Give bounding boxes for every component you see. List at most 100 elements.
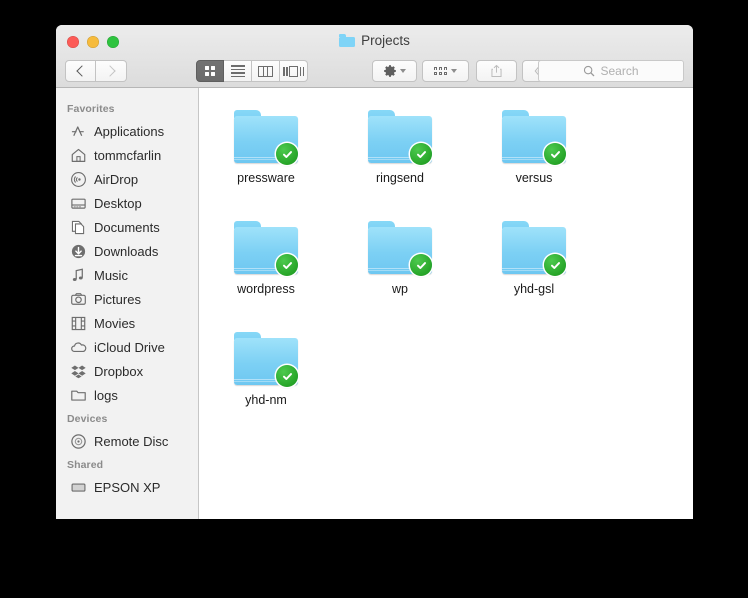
file-browser-content[interactable]: pressware ringsend versus wordpress wp y… (199, 88, 693, 519)
cloud-icon (70, 339, 87, 356)
arrange-menu-button[interactable] (422, 60, 469, 82)
sidebar-item-label: Remote Disc (94, 433, 169, 449)
sidebar-item-airdrop[interactable]: AirDrop (56, 167, 198, 191)
chevron-left-icon (76, 65, 88, 77)
music-icon (70, 267, 87, 284)
coverflow-icon (283, 65, 304, 77)
action-menu-group (372, 60, 417, 82)
sidebar-item-label: iCloud Drive (94, 339, 165, 355)
airdrop-icon (70, 171, 87, 188)
sidebar-item-dropbox[interactable]: Dropbox (56, 359, 198, 383)
file-name: wp (392, 282, 408, 296)
window-titlebar[interactable]: Projects Search (56, 25, 693, 88)
search-input[interactable]: Search (600, 64, 638, 78)
gear-icon (384, 65, 396, 77)
arrange-menu-group (422, 60, 469, 82)
chevron-down-icon (451, 69, 458, 73)
folder-icon (70, 387, 87, 404)
home-icon (70, 147, 87, 164)
green-check-badge (544, 143, 566, 165)
navigation-buttons (65, 60, 127, 82)
traffic-lights (67, 36, 119, 48)
sidebar-header-shared: Shared (67, 459, 104, 471)
pictures-icon (70, 291, 87, 308)
green-check-badge (276, 254, 298, 276)
applications-icon (70, 123, 87, 140)
sidebar-item-icloud-drive[interactable]: iCloud Drive (56, 335, 198, 359)
sidebar-item-desktop[interactable]: Desktop (56, 191, 198, 215)
chevron-right-icon (103, 65, 116, 77)
columns-icon (258, 65, 273, 77)
folder-icon (233, 221, 299, 276)
printer-icon (70, 479, 87, 496)
file-name: pressware (237, 171, 295, 185)
sidebar-item-label: Pictures (94, 291, 141, 307)
window-body: Favorites Applications tommcfarlin AirDr… (56, 88, 693, 519)
sidebar-item-movies[interactable]: Movies (56, 311, 198, 335)
search-icon (584, 65, 595, 77)
window-title-text: Projects (361, 33, 410, 48)
file-name: ringsend (376, 171, 424, 185)
file-item[interactable]: ringsend (333, 102, 467, 213)
back-button[interactable] (65, 60, 96, 82)
close-button[interactable] (67, 36, 79, 48)
forward-button[interactable] (96, 60, 127, 82)
sidebar-item-epson-xp[interactable]: EPSON XP (56, 475, 198, 499)
icon-grid: pressware ringsend versus wordpress wp y… (199, 102, 693, 435)
sidebar-item-documents[interactable]: Documents (56, 215, 198, 239)
file-item[interactable]: yhd-gsl (467, 213, 601, 324)
documents-icon (70, 219, 87, 236)
sidebar-item-downloads[interactable]: Downloads (56, 239, 198, 263)
sidebar-item-music[interactable]: Music (56, 263, 198, 287)
action-menu-button[interactable] (372, 60, 417, 82)
file-name: yhd-nm (245, 393, 287, 407)
file-item[interactable]: pressware (199, 102, 333, 213)
sidebar-item-tommcfarlin[interactable]: tommcfarlin (56, 143, 198, 167)
folder-icon (367, 221, 433, 276)
finder-window: Projects Search Favorites Applications t… (56, 25, 693, 519)
toolbar: Search (56, 55, 693, 87)
sidebar-item-label: tommcfarlin (94, 147, 162, 163)
sidebar-item-label: EPSON XP (94, 479, 161, 495)
sidebar-item-applications[interactable]: Applications (56, 119, 198, 143)
icon-view-button[interactable] (196, 60, 224, 82)
disc-icon (70, 433, 87, 450)
dropbox-icon (70, 363, 87, 380)
file-item[interactable]: wordpress (199, 213, 333, 324)
list-icon (230, 65, 245, 77)
folder-icon (501, 110, 567, 165)
file-item[interactable]: yhd-nm (199, 324, 333, 435)
sidebar-header-favorites: Favorites (67, 103, 115, 115)
file-item[interactable]: wp (333, 213, 467, 324)
green-check-badge (410, 143, 432, 165)
search-field[interactable]: Search (538, 60, 684, 82)
file-item[interactable]: versus (467, 102, 601, 213)
minimize-button[interactable] (87, 36, 99, 48)
window-title: Projects (56, 33, 693, 48)
green-check-badge (276, 143, 298, 165)
sidebar-item-logs[interactable]: logs (56, 383, 198, 407)
sidebar-item-label: AirDrop (94, 171, 139, 187)
movies-icon (70, 315, 87, 332)
sidebar-item-label: Applications (94, 123, 165, 139)
zoom-button[interactable] (107, 36, 119, 48)
sidebar-header-devices: Devices (67, 413, 108, 425)
share-button-group (476, 60, 517, 82)
sidebar-item-label: Downloads (94, 243, 159, 259)
sidebar-item-label: Documents (94, 219, 160, 235)
file-name: yhd-gsl (513, 282, 555, 296)
grid-icon (205, 66, 215, 76)
sidebar-item-remote-disc[interactable]: Remote Disc (56, 429, 198, 453)
sidebar: Favorites Applications tommcfarlin AirDr… (56, 88, 199, 519)
list-view-button[interactable] (224, 60, 252, 82)
sidebar-item-pictures[interactable]: Pictures (56, 287, 198, 311)
coverflow-view-button[interactable] (280, 60, 308, 82)
share-button[interactable] (476, 60, 517, 82)
sidebar-item-label: Music (94, 267, 128, 283)
sidebar-item-label: Desktop (94, 195, 142, 211)
green-check-badge (544, 254, 566, 276)
sidebar-item-label: logs (94, 387, 118, 403)
folder-icon (339, 34, 356, 47)
folder-icon (501, 221, 567, 276)
column-view-button[interactable] (252, 60, 280, 82)
